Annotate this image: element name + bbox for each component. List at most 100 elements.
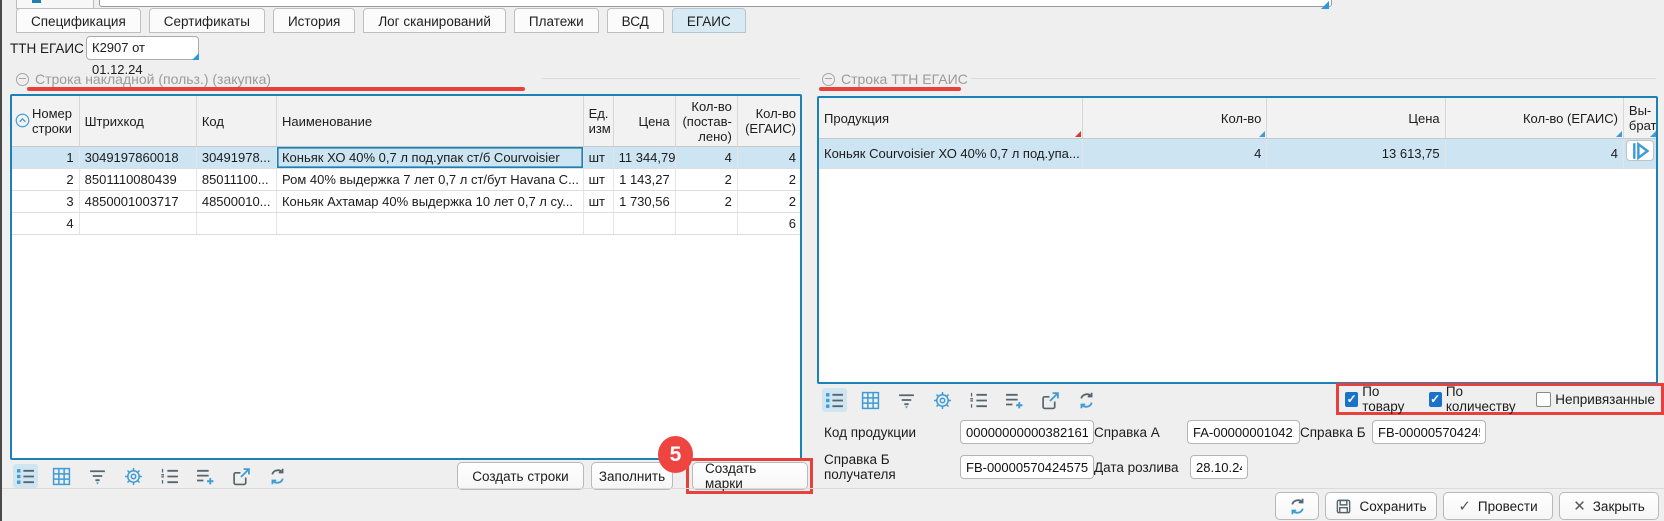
tab-history[interactable]: История	[273, 8, 355, 33]
checkbox-icon[interactable]	[1536, 392, 1551, 407]
invoice-cell[interactable]: 4	[675, 147, 737, 169]
save-button[interactable]: Сохранить	[1325, 492, 1437, 520]
step-into-icon[interactable]	[1626, 140, 1654, 161]
collapse-icon[interactable]	[16, 73, 29, 86]
ttn-col-header-2[interactable]: Цена	[1267, 98, 1445, 139]
list-settings-icon[interactable]	[13, 464, 38, 488]
ttn-col-header-4[interactable]: Вы- брат	[1623, 98, 1657, 139]
table-grid-icon[interactable]	[49, 464, 74, 488]
filter-checkbox-unlinked[interactable]: Непривязанные	[1536, 392, 1655, 407]
invoice-col-header-6[interactable]: Кол-во (постав- лено)	[675, 96, 737, 147]
filter-icon[interactable]	[894, 388, 919, 412]
ttn-cell[interactable]: 4	[1082, 139, 1266, 169]
invoice-cell[interactable]: 3049197860018	[79, 147, 196, 169]
invoice-cell[interactable]: Коньяк Ахтамар 40% выдержка 10 лет 0,7 л…	[276, 191, 583, 213]
invoice-cell[interactable]: 85011100...	[196, 169, 276, 191]
invoice-cell[interactable]: 30491978...	[196, 147, 276, 169]
refresh-button[interactable]	[1275, 492, 1319, 520]
invoice-col-header-0[interactable]: Номер строки	[12, 96, 79, 147]
tab-specification[interactable]: Спецификация	[16, 8, 141, 33]
ttn-egais-input[interactable]: К2907 от 01.12.24	[86, 36, 199, 60]
invoice-cell[interactable]	[196, 213, 276, 235]
ttn-col-header-1[interactable]: Кол-во	[1082, 98, 1266, 139]
invoice-col-header-1[interactable]: Штрихкод	[79, 96, 196, 147]
tab-vsd[interactable]: ВСД	[607, 8, 664, 33]
invoice-cell[interactable]	[79, 213, 196, 235]
add-rows-icon[interactable]	[1002, 388, 1027, 412]
invoice-row-3[interactable]: 3485000100371748500010...Коньяк Ахтамар …	[12, 191, 802, 213]
invoice-cell[interactable]: 2	[675, 169, 737, 191]
checkbox-icon[interactable]: ✓	[1429, 392, 1442, 407]
collapse-icon[interactable]	[822, 73, 835, 86]
invoice-cell[interactable]: 11 344,79	[613, 147, 675, 169]
spravka-b-input[interactable]	[1372, 420, 1486, 444]
gear-icon[interactable]	[930, 388, 955, 412]
top-input[interactable]	[99, 0, 1332, 7]
invoice-cell[interactable]: 48500010...	[196, 191, 276, 213]
invoice-row-2[interactable]: 2850111008043985011100...Ром 40% выдержк…	[12, 169, 802, 191]
ttn-row-1[interactable]: Коньяк Courvoisier ХО 40% 0,7 л под.упа.…	[819, 139, 1658, 169]
invoice-cell[interactable]: 1 143,27	[613, 169, 675, 191]
invoice-cell[interactable]: 1	[12, 147, 79, 169]
invoice-cell[interactable]: 3	[12, 191, 79, 213]
invoice-cell[interactable]: 2	[12, 169, 79, 191]
close-button[interactable]: ✕Закрыть	[1559, 492, 1659, 520]
tab-scan-log[interactable]: Лог сканирований	[363, 8, 506, 33]
bottling-date-input[interactable]	[1190, 455, 1248, 479]
invoice-col-header-4[interactable]: Ед. изм	[583, 96, 613, 147]
checkbox-icon[interactable]: ✓	[1345, 392, 1358, 407]
refresh-icon[interactable]	[265, 464, 290, 488]
invoice-cell[interactable]: Коньяк ХО 40% 0,7 л под.упак ст/б Courvo…	[276, 147, 583, 169]
gear-icon[interactable]	[121, 464, 146, 488]
filter-icon[interactable]	[85, 464, 110, 488]
invoice-row-1[interactable]: 1304919786001830491978...Коньяк ХО 40% 0…	[12, 147, 802, 169]
create-rows-button[interactable]: Создать строки	[457, 462, 584, 490]
filter-checkbox-by-product[interactable]: ✓По товару	[1345, 384, 1417, 414]
ttn-cell[interactable]: 13 613,75	[1267, 139, 1445, 169]
numbered-list-icon[interactable]	[157, 464, 182, 488]
invoice-cell[interactable]: 2	[675, 191, 737, 213]
filter-checkbox-by-quantity[interactable]: ✓По количеству	[1429, 384, 1525, 414]
invoice-cell[interactable]	[613, 213, 675, 235]
invoice-col-header-7[interactable]: Кол-во (ЕГАИС)	[737, 96, 801, 147]
tab-certificates[interactable]: Сертификаты	[149, 8, 265, 33]
invoice-cell[interactable]: 2	[737, 169, 801, 191]
invoice-cell[interactable]: 1 730,56	[613, 191, 675, 213]
invoice-cell[interactable]	[276, 213, 583, 235]
spravka-a-input[interactable]	[1187, 420, 1300, 444]
invoice-col-header-3[interactable]: Наименование	[276, 96, 583, 147]
tab-egais[interactable]: ЕГАИС	[672, 8, 746, 33]
fill-button[interactable]: Заполнить	[591, 462, 673, 490]
open-in-new-icon[interactable]	[229, 464, 254, 488]
invoice-col-header-2[interactable]: Код	[196, 96, 276, 147]
ttn-col-header-0[interactable]: Продукция	[819, 98, 1082, 139]
invoice-col-header-5[interactable]: Цена	[613, 96, 675, 147]
resize-handle-icon[interactable]	[1321, 1, 1329, 9]
invoice-cell[interactable]: 6	[737, 213, 801, 235]
invoice-cell[interactable]	[583, 213, 613, 235]
list-settings-icon[interactable]	[822, 388, 847, 412]
invoice-cell[interactable]: 4850001003717	[79, 191, 196, 213]
ttn-cell[interactable]: Коньяк Courvoisier ХО 40% 0,7 л под.упа.…	[819, 139, 1082, 169]
ttn-cell[interactable]: 4	[1445, 139, 1623, 169]
invoice-cell[interactable]	[675, 213, 737, 235]
refresh-icon[interactable]	[1074, 388, 1099, 412]
spravka-b-recipient-input[interactable]	[960, 455, 1094, 479]
invoice-cell[interactable]: шт	[583, 147, 613, 169]
invoice-cell[interactable]: Ром 40% выдержка 7 лет 0,7 л ст/бут Hava…	[276, 169, 583, 191]
invoice-cell[interactable]: 4	[12, 213, 79, 235]
post-button[interactable]: ✓Провести	[1443, 492, 1553, 520]
ttn-col-header-3[interactable]: Кол-во (ЕГАИС)	[1445, 98, 1623, 139]
table-grid-icon[interactable]	[858, 388, 883, 412]
numbered-list-icon[interactable]	[966, 388, 991, 412]
add-rows-icon[interactable]	[193, 464, 218, 488]
open-in-new-icon[interactable]	[1038, 388, 1063, 412]
invoice-cell[interactable]: 2	[737, 191, 801, 213]
invoice-cell[interactable]: 4	[737, 147, 801, 169]
invoice-cell[interactable]: шт	[583, 169, 613, 191]
tab-payments[interactable]: Платежи	[514, 8, 599, 33]
invoice-cell[interactable]: 8501110080439	[79, 169, 196, 191]
invoice-row-4[interactable]: 46	[12, 213, 802, 235]
invoice-cell[interactable]: шт	[583, 191, 613, 213]
product-code-input[interactable]	[960, 420, 1094, 444]
